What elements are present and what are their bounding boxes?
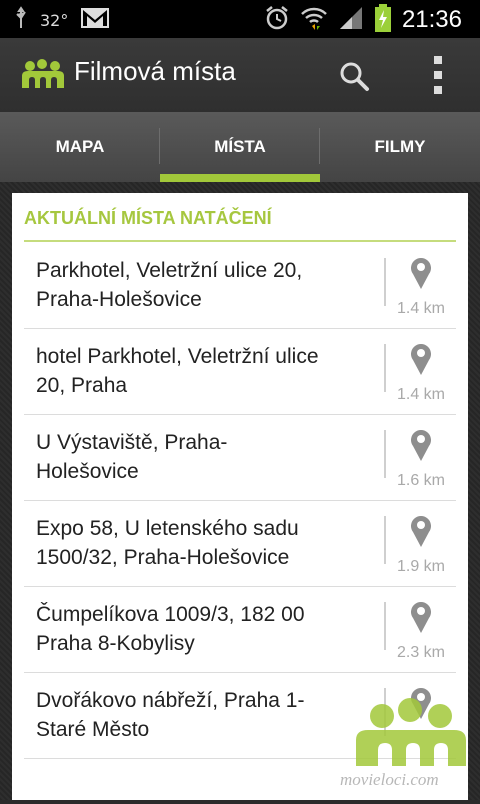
- signal-icon: [338, 5, 364, 35]
- app-title: Filmová místa: [74, 56, 236, 86]
- wifi-icon: [300, 4, 328, 36]
- address-line: Praha-Holešovice: [36, 288, 202, 311]
- clock-text: 21:36: [401, 6, 462, 33]
- overflow-menu-icon[interactable]: [428, 54, 448, 96]
- battery-charging-icon: [374, 4, 392, 36]
- map-pin-icon[interactable]: [410, 342, 432, 376]
- place-address: Parkhotel, Veletržní ulice 20, Praha-Hol…: [36, 256, 366, 314]
- film-places-logo-icon[interactable]: [20, 58, 66, 94]
- address-line: Staré Město: [36, 718, 150, 741]
- row-divider: [384, 516, 386, 564]
- map-pin-icon[interactable]: [410, 428, 432, 462]
- tab-mapa[interactable]: MAPA: [0, 112, 160, 182]
- address-line: Holešovice: [36, 460, 139, 483]
- list-item[interactable]: Expo 58, U letenského sadu 1500/32, Prah…: [24, 500, 456, 587]
- status-bar: 32° 21:36: [0, 0, 480, 38]
- selected-tab-indicator: [160, 174, 320, 182]
- tab-bar: MAPA MÍSTA FILMY: [0, 112, 480, 182]
- place-address: hotel Parkhotel, Veletržní ulice 20, Pra…: [36, 342, 366, 400]
- address-line: U Výstaviště, Praha-: [36, 431, 228, 454]
- place-address: Čumpelíkova 1009/3, 182 00 Praha 8-Kobyl…: [36, 600, 366, 658]
- map-pin-icon[interactable]: [410, 514, 432, 548]
- distance-text: 1.9 km: [396, 558, 445, 575]
- action-bar: Filmová místa: [0, 38, 480, 112]
- place-address: Dvořákovo nábřeží, Praha 1- Staré Město: [36, 686, 366, 744]
- temperature-text: 32°: [40, 10, 69, 30]
- section-header: AKTUÁLNÍ MÍSTA NATÁČENÍ: [24, 208, 272, 228]
- row-divider: [384, 430, 386, 478]
- address-line: hotel Parkhotel, Veletržní ulice: [36, 345, 319, 368]
- usb-icon: [14, 6, 28, 34]
- alarm-icon: [264, 5, 290, 35]
- watermark-text: movieloci.com: [340, 770, 439, 789]
- address-line: Čumpelíkova 1009/3, 182 00: [36, 603, 305, 626]
- tab-mista[interactable]: MÍSTA: [160, 112, 320, 182]
- tab-filmy[interactable]: FILMY: [320, 112, 480, 182]
- distance-text: 1.4 km: [396, 300, 445, 317]
- address-line: Dvořákovo nábřeží, Praha 1-: [36, 689, 305, 712]
- address-line: Parkhotel, Veletržní ulice 20,: [36, 259, 303, 282]
- distance-text: 1.4 km: [396, 386, 445, 403]
- address-line: 20, Praha: [36, 374, 128, 397]
- address-line: 1500/32, Praha-Holešovice: [36, 546, 290, 569]
- gmail-icon: [80, 7, 110, 33]
- row-divider: [384, 258, 386, 306]
- map-pin-icon[interactable]: [410, 256, 432, 290]
- list-item[interactable]: Parkhotel, Veletržní ulice 20, Praha-Hol…: [24, 242, 456, 329]
- distance-text: 1.6 km: [396, 472, 445, 489]
- list-item[interactable]: hotel Parkhotel, Veletržní ulice 20, Pra…: [24, 328, 456, 415]
- map-pin-icon[interactable]: [410, 600, 432, 634]
- list-item[interactable]: U Výstaviště, Praha- Holešovice 1.6 km: [24, 414, 456, 501]
- search-icon[interactable]: [338, 60, 370, 92]
- address-line: Expo 58, U letenského sadu: [36, 517, 299, 540]
- place-address: Expo 58, U letenského sadu 1500/32, Prah…: [36, 514, 366, 572]
- distance-text: 2.3 km: [396, 644, 445, 661]
- row-divider: [384, 344, 386, 392]
- address-line: Praha 8-Kobylisy: [36, 632, 195, 655]
- list-item[interactable]: Čumpelíkova 1009/3, 182 00 Praha 8-Kobyl…: [24, 586, 456, 673]
- place-address: U Výstaviště, Praha- Holešovice: [36, 428, 366, 486]
- row-divider: [384, 602, 386, 650]
